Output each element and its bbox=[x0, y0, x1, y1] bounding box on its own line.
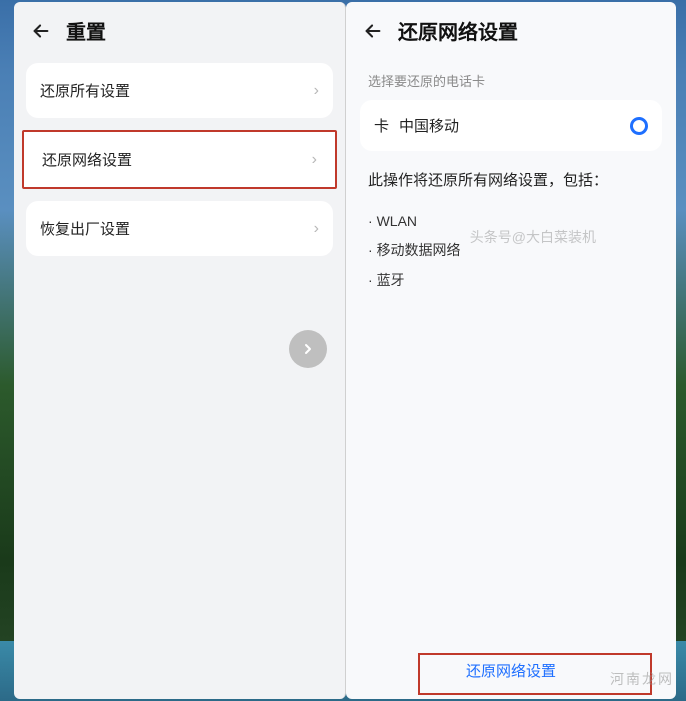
choose-sim-label: 选择要还原的电话卡 bbox=[346, 63, 676, 100]
right-header: 还原网络设置 bbox=[346, 2, 676, 63]
option-label: 还原网络设置 bbox=[42, 149, 132, 170]
reset-includes-list: · WLAN · 移动数据网络 · 蓝牙 bbox=[346, 193, 676, 309]
reset-description: 此操作将还原所有网络设置，包括： bbox=[346, 169, 676, 193]
reset-panel: 重置 还原所有设置 › 还原网络设置 › 恢复出厂设置 › bbox=[14, 2, 346, 699]
chevron-right-icon: › bbox=[314, 220, 319, 238]
option-label: 恢复出厂设置 bbox=[40, 218, 130, 239]
bullet-mobile-data: · 移动数据网络 bbox=[368, 236, 654, 265]
bullet-bluetooth: · 蓝牙 bbox=[368, 266, 654, 295]
sim-prefix: 卡 bbox=[374, 115, 389, 136]
left-title: 重置 bbox=[66, 16, 106, 45]
back-icon[interactable] bbox=[30, 20, 52, 42]
sim-name: 中国移动 bbox=[399, 115, 459, 136]
confirm-reset-button[interactable]: 还原网络设置 bbox=[426, 650, 596, 691]
back-icon[interactable] bbox=[362, 20, 384, 42]
option-factory-reset[interactable]: 恢复出厂设置 › bbox=[26, 201, 333, 256]
chevron-right-icon: › bbox=[314, 82, 319, 100]
option-label: 还原所有设置 bbox=[40, 80, 130, 101]
confirm-area: 还原网络设置 bbox=[346, 650, 676, 691]
radio-selected-icon bbox=[630, 117, 648, 135]
option-reset-network[interactable]: 还原网络设置 › bbox=[22, 130, 337, 189]
forward-fab[interactable] bbox=[289, 330, 327, 368]
sim-china-mobile[interactable]: 卡 中国移动 bbox=[360, 100, 662, 151]
left-header: 重置 bbox=[14, 2, 345, 63]
chevron-right-icon: › bbox=[312, 151, 317, 169]
bullet-wlan: · WLAN bbox=[368, 207, 654, 236]
option-reset-all[interactable]: 还原所有设置 › bbox=[26, 63, 333, 118]
reset-options-list: 还原所有设置 › 还原网络设置 › 恢复出厂设置 › bbox=[14, 63, 345, 256]
reset-network-panel: 还原网络设置 选择要还原的电话卡 卡 中国移动 此操作将还原所有网络设置，包括：… bbox=[346, 2, 676, 699]
right-title: 还原网络设置 bbox=[398, 16, 518, 45]
